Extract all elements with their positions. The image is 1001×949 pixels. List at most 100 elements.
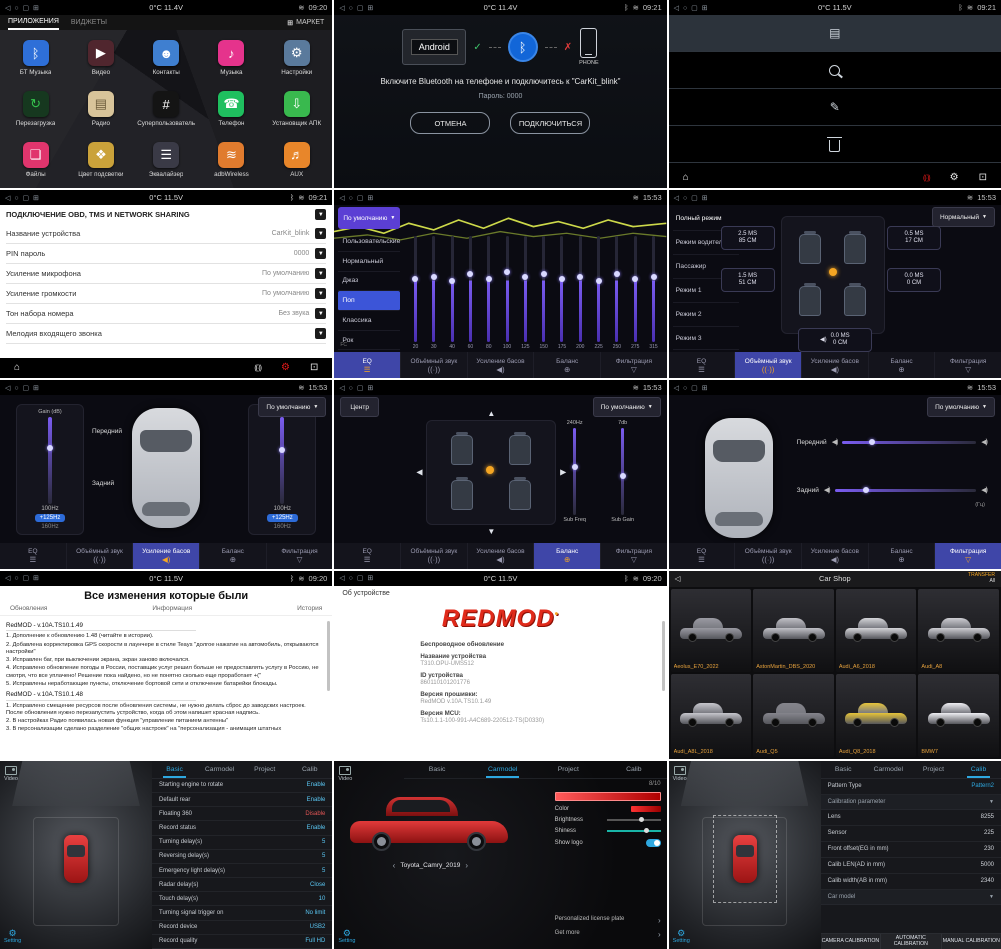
tab-carmodel[interactable]: Carmodel xyxy=(866,761,911,778)
tab-calib[interactable]: Calib xyxy=(601,761,667,778)
app-files[interactable]: ❏Файлы xyxy=(4,135,67,184)
tab-calib[interactable]: Calib xyxy=(956,761,1001,778)
setting-row[interactable]: Record statusEnable xyxy=(152,821,332,835)
screensaver-icon[interactable]: ⊡ xyxy=(310,363,318,373)
right-arrow-icon[interactable]: ▶ xyxy=(560,468,566,477)
app-music[interactable]: ♪Музыка xyxy=(200,34,263,83)
eq-slider-knob[interactable] xyxy=(541,271,547,277)
app-bt-music[interactable]: ᛒБТ Музыка xyxy=(4,34,67,83)
car-model-item[interactable]: Audi_Q5 xyxy=(753,674,834,757)
eq-band[interactable]: 40 xyxy=(443,236,461,350)
app-superuser[interactable]: #Суперпользователь xyxy=(135,85,198,134)
slider-knob[interactable] xyxy=(572,464,578,470)
default-button[interactable]: По умолчанию▼ xyxy=(593,397,661,417)
up-arrow-icon[interactable]: ▲ xyxy=(487,409,495,418)
color-picker-bar[interactable] xyxy=(555,792,661,801)
rear-filter-knob[interactable] xyxy=(863,487,869,493)
calibration-parameter-section[interactable]: Calibration parameter▼ xyxy=(821,795,1001,810)
eq-slider-track[interactable] xyxy=(506,236,509,342)
eq-band[interactable]: 125 xyxy=(516,236,534,350)
shiness-slider[interactable] xyxy=(607,830,661,832)
eq-slider-track[interactable] xyxy=(432,236,435,342)
tab-eq[interactable]: EQ☰ xyxy=(334,543,400,569)
setting-row[interactable]: Turning delay(s)5 xyxy=(152,836,332,850)
tab-eq[interactable]: EQ☰ xyxy=(669,543,735,569)
front-offset-row[interactable]: Front offset(EG in mm)230 xyxy=(821,842,1001,858)
dropdown-icon[interactable]: ▼ xyxy=(315,328,326,339)
default-button[interactable]: По умолчанию▼ xyxy=(927,397,995,417)
eq-band[interactable]: 175 xyxy=(553,236,571,350)
setting-row[interactable]: Reversing delay(s)5 xyxy=(152,850,332,864)
setting-row[interactable]: Touch delay(s)10 xyxy=(152,892,332,906)
tab-surround-sound[interactable]: Объёмный звук((·)) xyxy=(734,543,801,569)
tab-filter[interactable]: Фильтрация▽ xyxy=(934,352,1001,378)
gear-icon[interactable]: ⚙ xyxy=(281,363,290,373)
gain-slider-knob[interactable] xyxy=(279,447,285,453)
tab-project[interactable]: Project xyxy=(535,761,601,778)
sidebar-item-search[interactable] xyxy=(669,52,1001,89)
tab-eq[interactable]: EQ☰ xyxy=(334,352,400,378)
preset-pop[interactable]: Поп xyxy=(338,291,400,311)
tab-carmodel[interactable]: Carmodel xyxy=(197,761,242,778)
eq-slider-knob[interactable] xyxy=(504,269,510,275)
eq-band[interactable]: 20 xyxy=(406,236,424,350)
eq-slider-track[interactable] xyxy=(634,236,637,342)
seat-front-right[interactable] xyxy=(509,435,531,465)
down-arrow-icon[interactable]: ▼ xyxy=(487,527,495,536)
seat-rear-left[interactable] xyxy=(799,286,821,316)
balance-position-dot[interactable] xyxy=(486,466,494,474)
tab-filter[interactable]: Фильтрация▽ xyxy=(600,543,667,569)
mode-3[interactable]: Режим 3 xyxy=(673,327,739,351)
tab-surround-sound[interactable]: Объёмный звук((·)) xyxy=(400,543,467,569)
tab-bass-boost[interactable]: Усиление басов◀) xyxy=(467,543,534,569)
setting-row[interactable]: Record qualityFull HD xyxy=(152,935,332,949)
app-backlight-color[interactable]: ❖Цвет подсветки xyxy=(69,135,132,184)
scrollbar[interactable] xyxy=(327,621,330,691)
setting-button[interactable]: ⚙Setting xyxy=(338,929,355,944)
eq-band[interactable]: 30 xyxy=(425,236,443,350)
app-contacts[interactable]: ☻Контакты xyxy=(135,34,198,83)
center-button[interactable]: Центр xyxy=(340,397,379,417)
front-filter-knob[interactable] xyxy=(869,439,875,445)
eq-slider-track[interactable] xyxy=(469,236,472,342)
seat-front-left[interactable] xyxy=(799,234,821,264)
tab-bass-boost[interactable]: Усиление басов◀) xyxy=(801,352,868,378)
setting-row[interactable]: Default rearEnable xyxy=(152,793,332,807)
tab-filter[interactable]: Фильтрация▽ xyxy=(266,543,333,569)
eq-slider-track[interactable] xyxy=(524,236,527,342)
setting-button[interactable]: ⚙Setting xyxy=(673,929,690,944)
app-phone[interactable]: ☎Телефон xyxy=(200,85,263,134)
market-button[interactable]: ⊞ МАРКЕТ xyxy=(287,19,324,27)
ota-update-link[interactable]: Беспроводное обновление xyxy=(420,641,666,648)
setting-row-device-name[interactable]: Название устройстваCarKit_blink▼ xyxy=(6,224,326,244)
seat-rear-right[interactable] xyxy=(844,286,866,316)
tab-balance[interactable]: Баланс⊕ xyxy=(868,543,935,569)
gain-slider-track[interactable] xyxy=(48,417,52,503)
dropdown-icon[interactable]: ▼ xyxy=(315,288,326,299)
seat-front-right[interactable] xyxy=(844,234,866,264)
setting-row-pin[interactable]: PIN пароль0000▼ xyxy=(6,244,326,264)
app-equalizer[interactable]: ☰Эквалайзер xyxy=(135,135,198,184)
eq-slider-track[interactable] xyxy=(542,236,545,342)
screensaver-icon[interactable]: ⊡ xyxy=(979,173,987,183)
gain-slider-track[interactable] xyxy=(280,417,284,503)
brightness-row[interactable]: Brightness xyxy=(555,817,661,823)
tab-project[interactable]: Project xyxy=(242,761,287,778)
preset-normal[interactable]: Нормальный xyxy=(338,252,400,272)
sidebar-item-list[interactable]: ▤ xyxy=(669,15,1001,52)
eq-slider-track[interactable] xyxy=(652,236,655,342)
eq-band[interactable]: 225 xyxy=(589,236,607,350)
front-filter-track[interactable] xyxy=(842,441,976,444)
eq-band[interactable]: 250 xyxy=(608,236,626,350)
setting-row[interactable]: Turning signal trigger onNo limit xyxy=(152,906,332,920)
slider-track[interactable] xyxy=(573,428,576,514)
eq-slider-track[interactable] xyxy=(560,236,563,342)
setting-row-mic-gain[interactable]: Усиление микрофонаПо умолчанию▼ xyxy=(6,264,326,284)
setting-row[interactable]: Radar delay(s)Close xyxy=(152,878,332,892)
shiness-row[interactable]: Shiness xyxy=(555,828,661,834)
car-model-item[interactable]: Audi_Q8_2018 xyxy=(836,674,917,757)
changelog-body[interactable]: RedMOD - v.10A.TS10.1.49 1. Дополнение к… xyxy=(6,619,322,757)
tab-bass-boost[interactable]: Усиление басов◀) xyxy=(467,352,534,378)
tab-balance[interactable]: Баланс⊕ xyxy=(533,352,600,378)
sidebar-item-delete[interactable] xyxy=(669,126,1001,163)
